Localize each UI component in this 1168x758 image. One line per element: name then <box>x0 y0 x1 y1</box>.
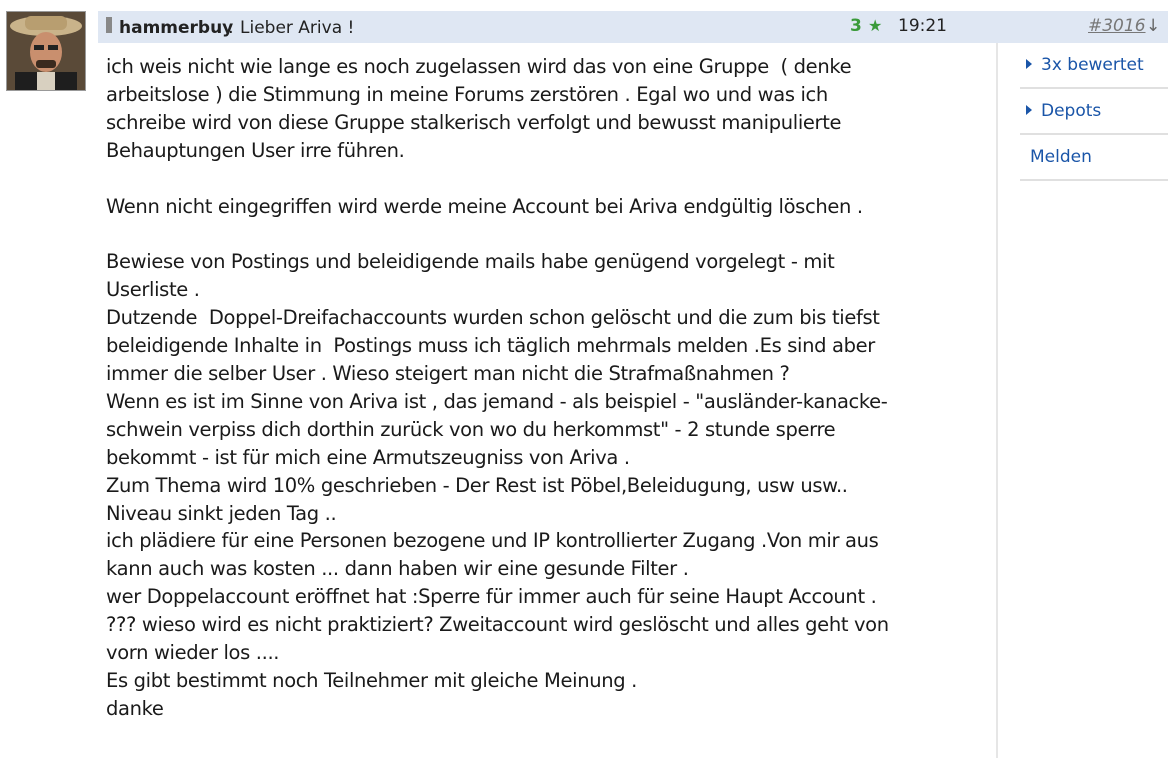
post-title: Lieber Ariva ! <box>240 18 355 38</box>
header-marker <box>106 17 112 33</box>
arrow-down-icon[interactable]: ↓ <box>1146 16 1160 36</box>
post-time: 19:21 <box>898 16 947 36</box>
header-separator: : <box>228 18 234 38</box>
avatar[interactable] <box>6 11 86 91</box>
sidebar-item-depots[interactable]: Depots <box>1020 89 1168 135</box>
user-avatar-photo <box>7 12 85 90</box>
sidebar-item-label: Depots <box>1041 101 1102 121</box>
sidebar-item-melden[interactable]: Melden <box>1020 135 1168 181</box>
post-body: ich weis nicht wie lange es noch zugelas… <box>106 55 889 720</box>
rating-count: 3 <box>850 16 862 36</box>
sidebar-item-label: Melden <box>1030 147 1092 167</box>
star-icon: ★ <box>868 16 883 35</box>
sidebar-item-label: 3x bewertet <box>1041 55 1144 75</box>
triangle-right-icon <box>1026 105 1032 115</box>
post-username[interactable]: hammerbuy <box>119 18 233 38</box>
sidebar-divider <box>996 43 998 758</box>
post-number-link[interactable]: #3016 <box>1088 16 1146 36</box>
triangle-right-icon <box>1026 59 1032 69</box>
post-header: hammerbuy : Lieber Ariva ! 3 ★ 19:21 #30… <box>98 11 1168 43</box>
post-actions-menu: 3x bewertet Depots Melden <box>1020 43 1168 181</box>
sidebar-item-bewertet[interactable]: 3x bewertet <box>1020 43 1168 89</box>
